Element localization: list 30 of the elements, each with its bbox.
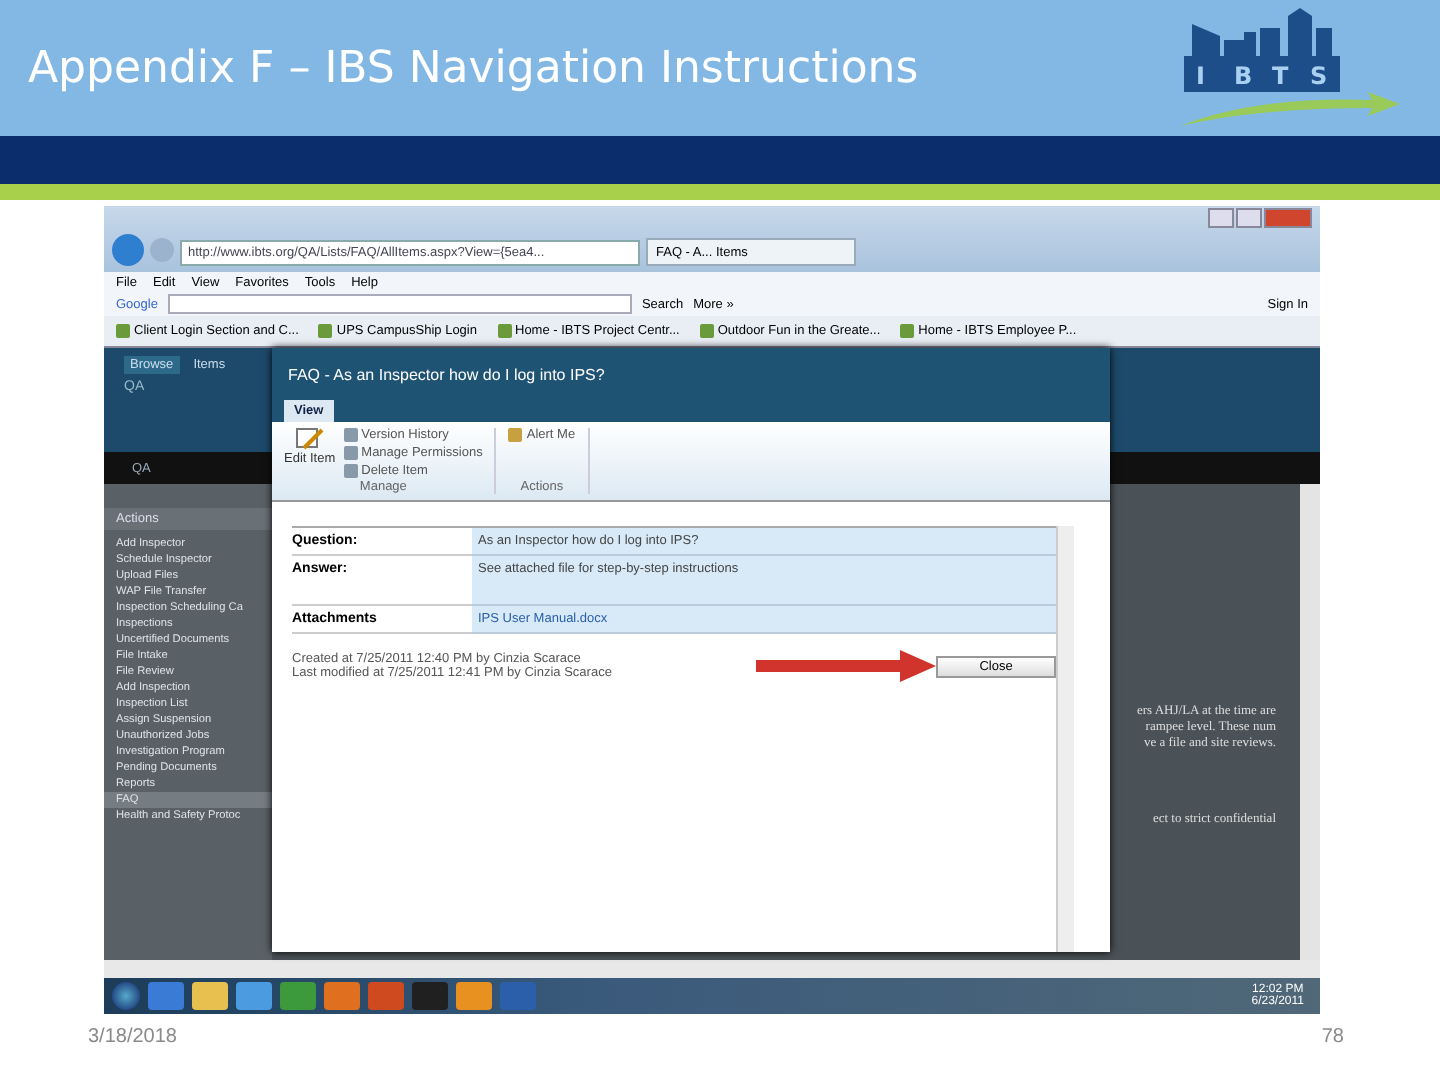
forward-button[interactable] <box>150 238 174 262</box>
pencil-icon <box>295 428 324 452</box>
slide-title: Appendix F – IBS Navigation Instructions <box>28 43 919 93</box>
app-icon[interactable] <box>368 982 404 1010</box>
search-field[interactable] <box>167 294 632 314</box>
scrollbar[interactable] <box>104 960 1320 978</box>
page-icon <box>116 324 130 338</box>
scrollbar[interactable] <box>1300 484 1320 960</box>
maximize-button[interactable] <box>1236 208 1262 228</box>
arrow-icon <box>756 650 936 682</box>
page-icon <box>318 324 333 338</box>
app-icon[interactable] <box>192 982 228 1010</box>
minimize-button[interactable] <box>1208 208 1234 228</box>
page-number: 78 <box>1321 1026 1344 1048</box>
app-icon[interactable] <box>280 982 316 1010</box>
company-logo: I B T S <box>1176 8 1416 128</box>
app-icon[interactable] <box>324 982 360 1010</box>
start-button[interactable] <box>112 982 140 1010</box>
page-icon <box>699 324 714 338</box>
app-icon[interactable] <box>456 982 492 1010</box>
page-icon <box>900 324 915 338</box>
close-button[interactable] <box>1264 208 1312 228</box>
dialog-title: FAQ - As an Inspector how do I log into IPS? <box>288 365 605 383</box>
page-icon <box>497 324 511 338</box>
app-icon[interactable] <box>500 982 536 1010</box>
app-icon[interactable] <box>412 982 448 1010</box>
back-button[interactable] <box>112 234 144 266</box>
app-icon[interactable] <box>236 982 272 1010</box>
scrollbar[interactable] <box>1056 526 1074 952</box>
slide-date: 3/18/2018 <box>88 1026 177 1048</box>
